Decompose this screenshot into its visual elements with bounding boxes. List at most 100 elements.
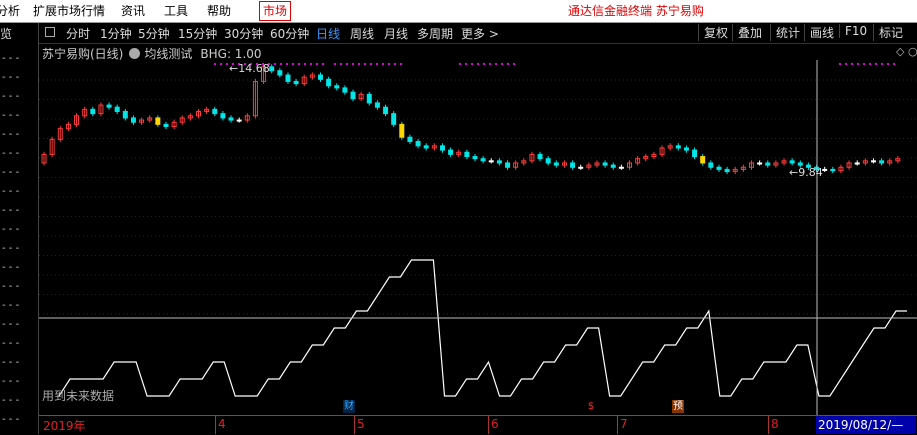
overlay-button[interactable]: 叠加 xyxy=(732,24,762,41)
marker-dot xyxy=(869,63,871,65)
marker-dot xyxy=(845,63,847,65)
marker-dot xyxy=(507,63,509,65)
left-panel-dash: - - - xyxy=(2,319,20,330)
period-tab-monthly[interactable]: 月线 xyxy=(384,25,408,42)
period-tab-intraday[interactable]: 分时 xyxy=(66,25,90,42)
marker-dot xyxy=(394,63,396,65)
date-label-jul: 7 xyxy=(620,417,628,431)
candle-body xyxy=(106,104,112,108)
candle-body xyxy=(692,149,698,158)
menu-market[interactable]: 市场 xyxy=(259,1,292,21)
marker-dot xyxy=(214,63,216,65)
candle-body xyxy=(578,166,584,169)
date-label-year: 2019年 xyxy=(43,419,86,433)
chart-grid xyxy=(39,79,917,315)
marker-dot xyxy=(298,63,300,65)
marker-dot xyxy=(376,63,378,65)
circle-icon[interactable]: ○ xyxy=(908,45,917,58)
left-panel-dash: - - - xyxy=(2,91,20,102)
left-panel-dash: - - - xyxy=(2,243,20,254)
stock-name: 苏宁易购(日线) xyxy=(42,47,124,61)
candle-body xyxy=(423,145,429,149)
period-tab-60min[interactable]: 60分钟 xyxy=(270,25,309,42)
restore-rights-button[interactable]: 复权 xyxy=(698,24,728,41)
marker-dot xyxy=(370,63,372,65)
marker-dot xyxy=(388,63,390,65)
candle-body xyxy=(505,162,511,168)
candle-body xyxy=(683,147,689,151)
candle-body xyxy=(277,70,283,76)
period-tab-weekly[interactable]: 周线 xyxy=(350,25,374,42)
marker-dot xyxy=(220,63,222,65)
marker-dot xyxy=(863,63,865,65)
date-label-may: 5 xyxy=(357,417,365,431)
left-panel-dash: - - - xyxy=(2,186,20,197)
candle-body xyxy=(870,160,876,163)
candle-body xyxy=(391,113,397,125)
menu-analysis[interactable]: 分析 xyxy=(0,0,20,22)
period-tab-more[interactable]: 更多 > xyxy=(461,25,499,42)
left-panel-dash: - - - xyxy=(2,338,20,349)
marker-dot xyxy=(304,63,306,65)
statistics-button[interactable]: 统计 xyxy=(770,24,800,41)
menu-help[interactable]: 帮助 xyxy=(207,0,231,22)
marker-dot xyxy=(489,63,491,65)
period-tab-15min[interactable]: 15分钟 xyxy=(178,25,217,42)
left-panel-dash: - - - xyxy=(2,129,20,140)
candle-body xyxy=(700,156,706,164)
candle-body xyxy=(708,162,714,168)
marker-dot xyxy=(322,63,324,65)
candle-body xyxy=(317,74,323,80)
candle-body xyxy=(269,66,275,72)
marker-dot xyxy=(226,63,228,65)
f10-button[interactable]: F10 xyxy=(839,24,867,38)
marker-dot xyxy=(465,63,467,65)
period-tab-30min[interactable]: 30分钟 xyxy=(224,25,263,42)
period-tab-1min[interactable]: 1分钟 xyxy=(100,25,132,42)
candle-body xyxy=(399,123,405,138)
bhg-value: BHG: 1.00 xyxy=(200,47,262,61)
marker-dot xyxy=(352,63,354,65)
marker-dots xyxy=(214,63,895,65)
badge-forecast[interactable]: 预 xyxy=(672,400,684,413)
candle-body xyxy=(90,108,96,115)
candle-body xyxy=(480,158,486,162)
left-panel-dash: - - - xyxy=(2,53,20,64)
indicator-name[interactable]: 均线测试 xyxy=(144,47,192,61)
period-tab-daily[interactable]: 日线 xyxy=(316,25,340,42)
period-tab-multi[interactable]: 多周期 xyxy=(417,25,453,42)
candle-body xyxy=(757,162,763,165)
dropdown-circle-icon[interactable] xyxy=(129,48,141,59)
kline-chart[interactable]: ←14.68 ←9.84 xyxy=(39,60,917,415)
candle-body xyxy=(122,110,128,119)
candle-body xyxy=(212,108,218,115)
toggle-panel-icon[interactable] xyxy=(45,27,55,37)
marker-dot xyxy=(875,63,877,65)
draw-line-button[interactable]: 画线 xyxy=(804,24,834,41)
marker-dot xyxy=(346,63,348,65)
date-label-jun: 6 xyxy=(491,417,499,431)
candle-body xyxy=(228,117,234,121)
menu-extended-market[interactable]: 扩展市场行情 xyxy=(33,0,105,22)
marker-dot xyxy=(857,63,859,65)
bhg-indicator-series xyxy=(58,259,907,397)
marker-dot xyxy=(495,63,497,65)
period-toolbar: 分时 1分钟 5分钟 15分钟 30分钟 60分钟 日线 周线 月线 多周期 更… xyxy=(39,23,917,44)
candle-body xyxy=(724,168,730,173)
diamond-icon[interactable]: ◇ xyxy=(896,45,904,58)
marker-dot xyxy=(471,63,473,65)
mark-button[interactable]: 标记 xyxy=(873,24,903,41)
candle-body xyxy=(854,162,860,165)
candle-body xyxy=(293,80,299,85)
menu-news[interactable]: 资讯 xyxy=(121,0,145,22)
candle-body xyxy=(155,117,161,125)
marker-dot xyxy=(358,63,360,65)
period-tab-5min[interactable]: 5分钟 xyxy=(138,25,170,42)
candle-body xyxy=(439,145,445,151)
menu-tools[interactable]: 工具 xyxy=(164,0,188,22)
left-panel-dash: - - - xyxy=(2,414,20,425)
badge-financial[interactable]: 财 xyxy=(343,400,355,413)
candle-body xyxy=(618,166,624,169)
marker-dot xyxy=(513,63,515,65)
badge-dividend[interactable]: $ xyxy=(585,400,597,413)
